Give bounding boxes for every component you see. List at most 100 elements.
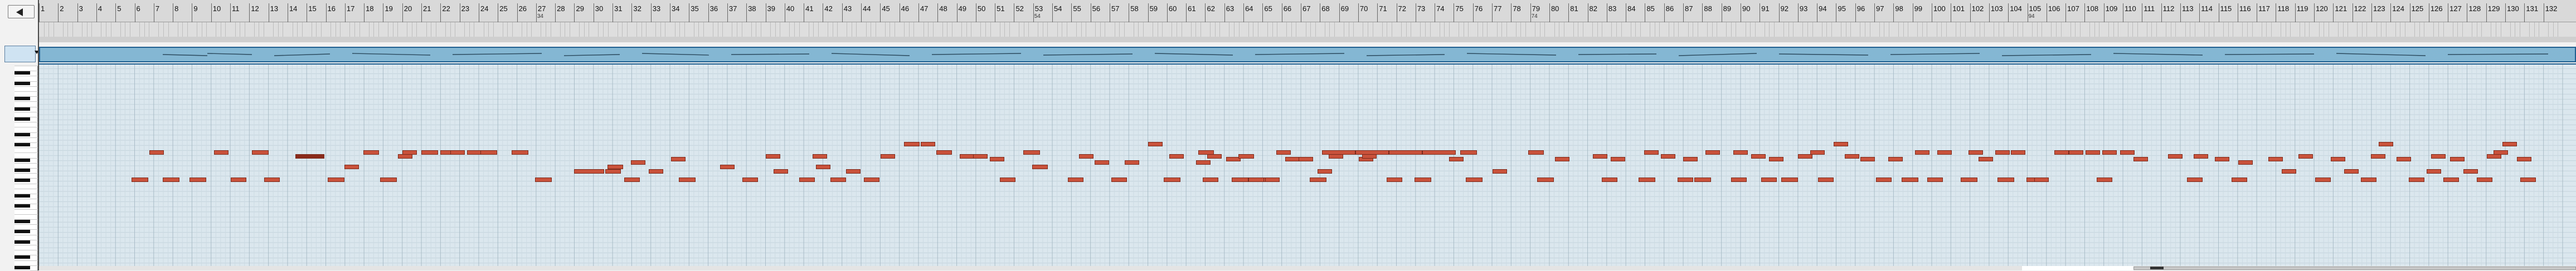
midi-note[interactable] [1915,150,1929,155]
midi-note[interactable] [766,154,780,159]
midi-note[interactable] [1415,178,1431,182]
bar-ruler[interactable]: 1 2 3 4 5 6 7 8 9 10 11 12 13 14 15 16 17 18 19 20 21 22 23 24 2… [39,0,2576,22]
midi-note[interactable] [1611,157,1625,161]
midi-note[interactable] [2517,157,2531,161]
midi-note[interactable] [1781,178,1798,182]
midi-note[interactable] [2487,154,2501,159]
midi-note[interactable] [864,178,879,182]
midi-note[interactable] [1528,150,1544,155]
black-key[interactable] [14,230,30,234]
midi-note[interactable] [2298,154,2313,159]
black-key[interactable] [14,265,30,269]
midi-note[interactable] [1705,150,1720,155]
midi-note[interactable] [720,165,735,169]
midi-note[interactable] [936,150,952,155]
midi-note[interactable] [264,178,280,182]
midi-note[interactable] [2379,142,2393,146]
track-overview[interactable] [39,47,2576,62]
midi-note[interactable] [450,150,465,155]
midi-note[interactable] [1902,178,1918,182]
black-key[interactable] [14,97,30,101]
midi-note[interactable] [295,154,324,159]
black-key[interactable] [14,179,30,183]
midi-note[interactable] [1329,154,1343,159]
midi-note[interactable] [1694,178,1711,182]
midi-note[interactable] [1299,157,1313,161]
scroll-thumb[interactable] [2133,267,2576,270]
midi-note[interactable] [252,150,269,155]
midi-note[interactable] [2431,154,2446,159]
midi-note[interactable] [1125,160,1139,165]
midi-note[interactable] [830,178,846,182]
midi-note[interactable] [1238,154,1254,159]
midi-note[interactable] [2409,178,2424,182]
midi-note[interactable] [2187,178,2203,182]
midi-note[interactable] [328,178,344,182]
midi-note[interactable] [1318,169,1332,174]
midi-note[interactable] [1387,178,1402,182]
midi-note[interactable] [398,154,412,159]
midi-note[interactable] [2054,150,2069,155]
midi-note[interactable] [189,178,206,182]
midi-note[interactable] [904,142,920,146]
midi-note[interactable] [2238,160,2253,165]
midi-note[interactable] [2194,154,2208,159]
black-key[interactable] [14,158,30,162]
midi-note[interactable] [2371,154,2385,159]
midi-note[interactable] [1310,178,1326,182]
midi-note[interactable] [774,169,788,174]
midi-note[interactable] [2282,169,2296,174]
midi-note[interactable] [512,150,528,155]
midi-note[interactable] [1969,150,1983,155]
midi-note[interactable] [1751,154,1766,159]
track-selector-box[interactable] [4,46,36,62]
midi-note[interactable] [380,178,397,182]
midi-note[interactable] [2494,150,2508,155]
midi-note[interactable] [2034,178,2049,182]
midi-note[interactable] [2268,157,2283,161]
midi-note[interactable] [1389,150,1422,155]
black-key[interactable] [14,71,30,75]
midi-note[interactable] [1449,157,1464,161]
midi-note[interactable] [1644,150,1659,155]
midi-note[interactable] [2502,142,2517,146]
midi-note[interactable] [816,165,830,169]
midi-note[interactable] [2361,178,2376,182]
midi-note[interactable] [2120,150,2135,155]
midi-note[interactable] [363,150,379,155]
piano-roll-grid[interactable] [39,63,2576,266]
midi-note[interactable] [1164,178,1180,182]
midi-note[interactable] [1769,157,1783,161]
midi-note[interactable] [2477,178,2492,182]
midi-note[interactable] [1460,150,1477,155]
black-key[interactable] [14,240,30,244]
black-key[interactable] [14,107,30,111]
midi-note[interactable] [1818,178,1834,182]
midi-note[interactable] [1248,178,1264,182]
midi-note[interactable] [813,154,827,159]
midi-note[interactable] [607,165,623,169]
midi-note[interactable] [1285,157,1300,161]
midi-note[interactable] [1997,178,2014,182]
midi-note[interactable] [2069,150,2083,155]
midi-note[interactable] [2315,178,2331,182]
midi-note[interactable] [2133,157,2148,161]
midi-note[interactable] [1834,142,1848,146]
midi-note[interactable] [2086,150,2100,155]
midi-note[interactable] [671,157,686,161]
midi-note[interactable] [2427,169,2441,174]
midi-note[interactable] [2215,157,2229,161]
midi-note[interactable] [132,178,148,182]
midi-note[interactable] [1095,160,1109,165]
midi-note[interactable] [973,154,988,159]
midi-note[interactable] [1169,154,1184,159]
midi-note[interactable] [631,160,645,165]
midi-note[interactable] [1079,154,1093,159]
midi-note[interactable] [1276,150,1291,155]
black-key[interactable] [14,132,30,136]
midi-note[interactable] [574,169,604,174]
midi-note[interactable] [1731,178,1747,182]
midi-note[interactable] [163,178,179,182]
midi-note[interactable] [960,154,974,159]
midi-note[interactable] [535,178,552,182]
